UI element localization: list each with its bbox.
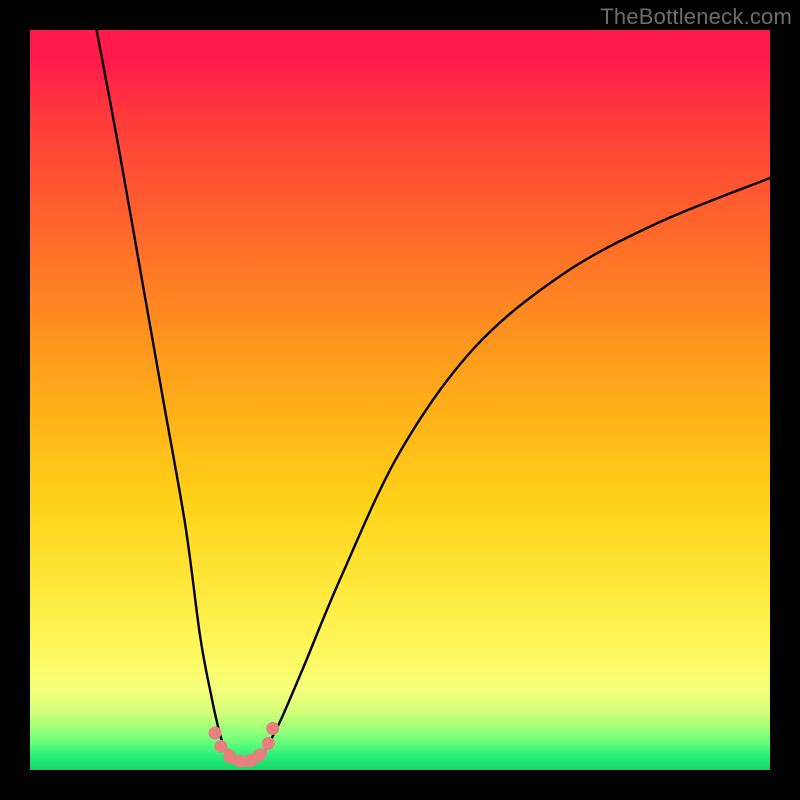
bottom-dot [209, 727, 222, 740]
plot-area [30, 30, 770, 770]
right-branch-curve [263, 178, 770, 752]
bottom-dots-group [209, 722, 280, 768]
bottom-dot [266, 722, 279, 735]
chart-frame: TheBottleneck.com [0, 0, 800, 800]
bottom-dot [214, 740, 227, 753]
bottom-dot [253, 749, 266, 762]
watermark-text: TheBottleneck.com [600, 4, 792, 30]
left-branch-curve [97, 30, 229, 752]
curve-layer [30, 30, 770, 770]
bottom-dot [262, 737, 275, 750]
